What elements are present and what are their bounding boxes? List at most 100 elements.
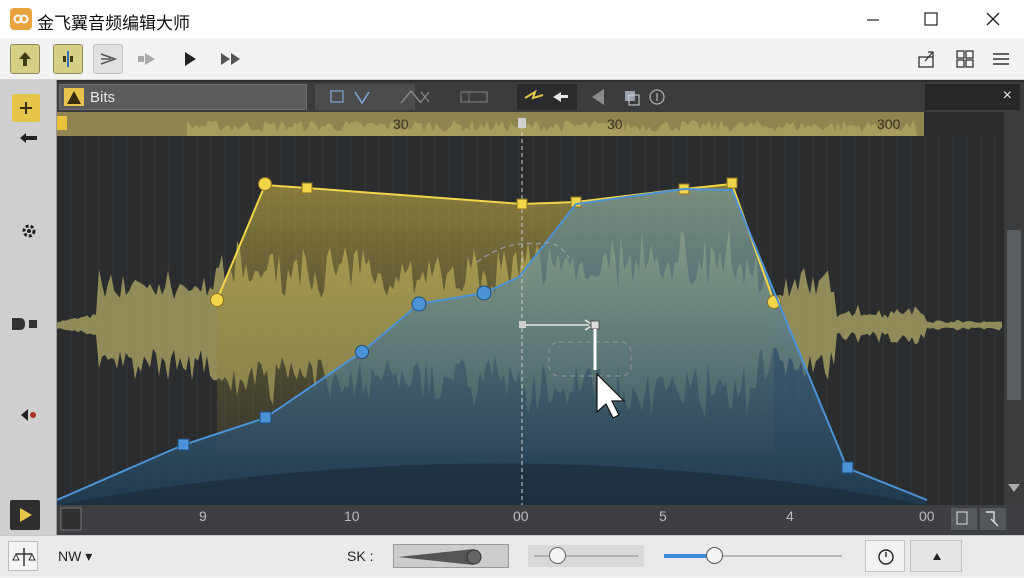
yellow-envelope-point[interactable] [301,182,313,194]
move-arrows-icon [20,133,37,143]
drag-start-handle[interactable] [519,321,526,328]
timeline-start-icon[interactable] [60,507,82,531]
waveform-envelope-canvas[interactable]: 30 30 300 9 10 00 5 4 00 [57,112,1024,535]
snap-up-button[interactable] [10,44,40,74]
plus-arrow-icon [20,102,32,114]
clock-button[interactable] [865,540,905,572]
volume-slider[interactable] [664,545,842,567]
back-button[interactable] [584,84,614,110]
rail-move-button[interactable] [18,127,40,149]
export-icon [918,51,934,68]
play-icon [20,508,32,522]
blue-envelope-point[interactable] [411,296,427,312]
timeline-label: 9 [199,508,207,524]
gear-icon [22,224,36,238]
app-logo-icon [10,8,32,30]
layout-grid-icon [956,50,974,68]
timeline-label: 00 [513,508,529,524]
blue-envelope-point[interactable] [177,438,190,451]
scrollbar-thumb[interactable] [1007,230,1021,400]
track-type-icon [64,88,84,106]
copy-info-button[interactable] [619,84,669,110]
menu-button[interactable] [986,44,1016,74]
maximize-icon [924,12,938,26]
track-search-field[interactable]: × [925,84,1020,110]
play-icon [185,52,196,66]
timeline-label: 4 [786,508,794,524]
balance-button[interactable] [8,541,38,571]
triangle-up-icon [933,553,941,560]
close-icon [986,12,1000,26]
smoothing-label: SK : [347,548,374,564]
skip-forward-button[interactable] [133,44,163,74]
ruler-label-1: 30 [393,116,409,132]
copy-info-icon [625,89,665,106]
timeline-label: 00 [919,508,935,524]
track-name: Bits [90,89,116,106]
rail-speaker-button[interactable] [8,313,42,335]
region-tool-button[interactable] [449,84,507,110]
window-title: 金飞翼音频编辑大师 [37,14,190,33]
region-icon [460,91,488,103]
volume-slider-thumb[interactable] [705,547,723,564]
balance-icon [12,548,36,566]
expand-up-button[interactable] [910,540,962,572]
gain-slider-thumb[interactable] [548,547,566,564]
left-tool-rail [0,80,57,535]
send-icon [100,53,117,65]
fast-forward-button[interactable] [216,44,246,74]
bottom-control-bar: NW ▾ SK : [0,535,1024,576]
blue-envelope-point[interactable] [841,461,854,474]
rail-marker-button[interactable] [18,404,40,426]
rail-add-button[interactable] [12,94,40,122]
track-header-bar: Bits × [57,82,1024,112]
fade-tool-button[interactable] [387,84,445,110]
yellow-envelope-point[interactable] [516,198,528,210]
play-button[interactable] [175,44,205,74]
blue-envelope-point[interactable] [259,411,272,424]
gain-slider[interactable] [528,545,644,567]
track-close-icon[interactable]: × [1003,87,1012,105]
nudge-arrows-icon [524,89,568,102]
nudge-tool-button[interactable] [517,84,577,110]
fast-forward-icon [221,53,240,65]
playhead-handle[interactable] [518,118,526,128]
split-marker-button[interactable] [53,44,83,74]
clock-icon [878,549,894,565]
fade-icon [400,89,430,104]
track-name-field[interactable]: Bits [59,84,307,110]
export-button[interactable] [912,44,942,74]
minimize-button[interactable] [850,0,896,38]
send-button[interactable] [93,44,123,74]
layout-grid-button[interactable] [950,44,980,74]
close-button[interactable] [970,0,1016,38]
main-toolbar [0,38,1024,80]
skip-forward-icon [138,53,155,65]
yellow-envelope-point[interactable] [726,177,738,189]
ruler-start-marker [57,116,67,130]
blue-envelope-point[interactable] [355,345,369,359]
minimize-icon [867,19,879,21]
marker-icon [21,409,36,421]
timeline-label: 10 [344,508,360,524]
yellow-envelope-point[interactable] [258,177,272,191]
maximize-button[interactable] [908,0,954,38]
triangle-left-icon [592,89,604,105]
wedge-slider-icon [398,549,482,565]
timeline-label: 5 [659,508,667,524]
title-bar: 金飞翼音频编辑大师 [0,0,1024,38]
drag-end-handle[interactable] [590,320,600,330]
blue-envelope-point[interactable] [476,285,492,301]
snap-up-icon [19,52,31,66]
ruler-label-2: 30 [607,116,623,132]
smoothing-knob-slider[interactable] [393,544,509,568]
snapshot-button[interactable] [951,508,977,530]
menu-icon [993,53,1009,65]
ruler-label-3: 300 [877,116,901,132]
split-marker-icon [63,51,73,67]
yellow-envelope-point[interactable] [210,293,224,307]
rail-settings-button[interactable] [18,220,40,242]
mode-dropdown[interactable]: NW ▾ [58,548,92,565]
speaker-icon [12,318,37,330]
rail-play-button[interactable] [10,500,40,530]
